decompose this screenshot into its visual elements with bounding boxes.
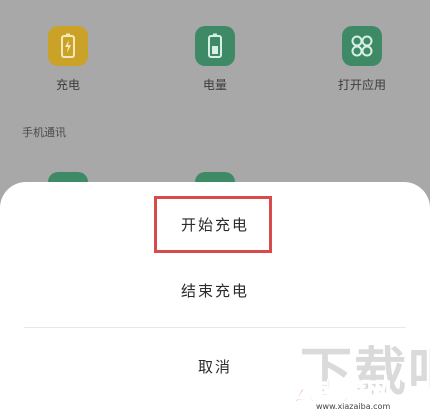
- app-grid-icon: [342, 26, 382, 66]
- battery-icon: [195, 26, 235, 66]
- watermark-url: www.xiazaiba.com: [316, 402, 391, 411]
- app-label-open-app: 打开应用: [337, 78, 386, 92]
- app-tile-open-app[interactable]: 打开应用: [302, 26, 422, 93]
- app-label-battery: 电量: [202, 78, 227, 92]
- sheet-divider: [24, 327, 406, 328]
- section-title: 手机通讯: [22, 126, 66, 139]
- highlight-box: [154, 196, 272, 253]
- app-label-charge: 充电: [55, 78, 80, 92]
- battery-charging-icon: [48, 26, 88, 66]
- stop-charging-button[interactable]: 结束充电: [0, 280, 430, 301]
- app-tile-battery[interactable]: 电量: [155, 26, 275, 93]
- app-tile-charge[interactable]: 充电: [8, 26, 128, 93]
